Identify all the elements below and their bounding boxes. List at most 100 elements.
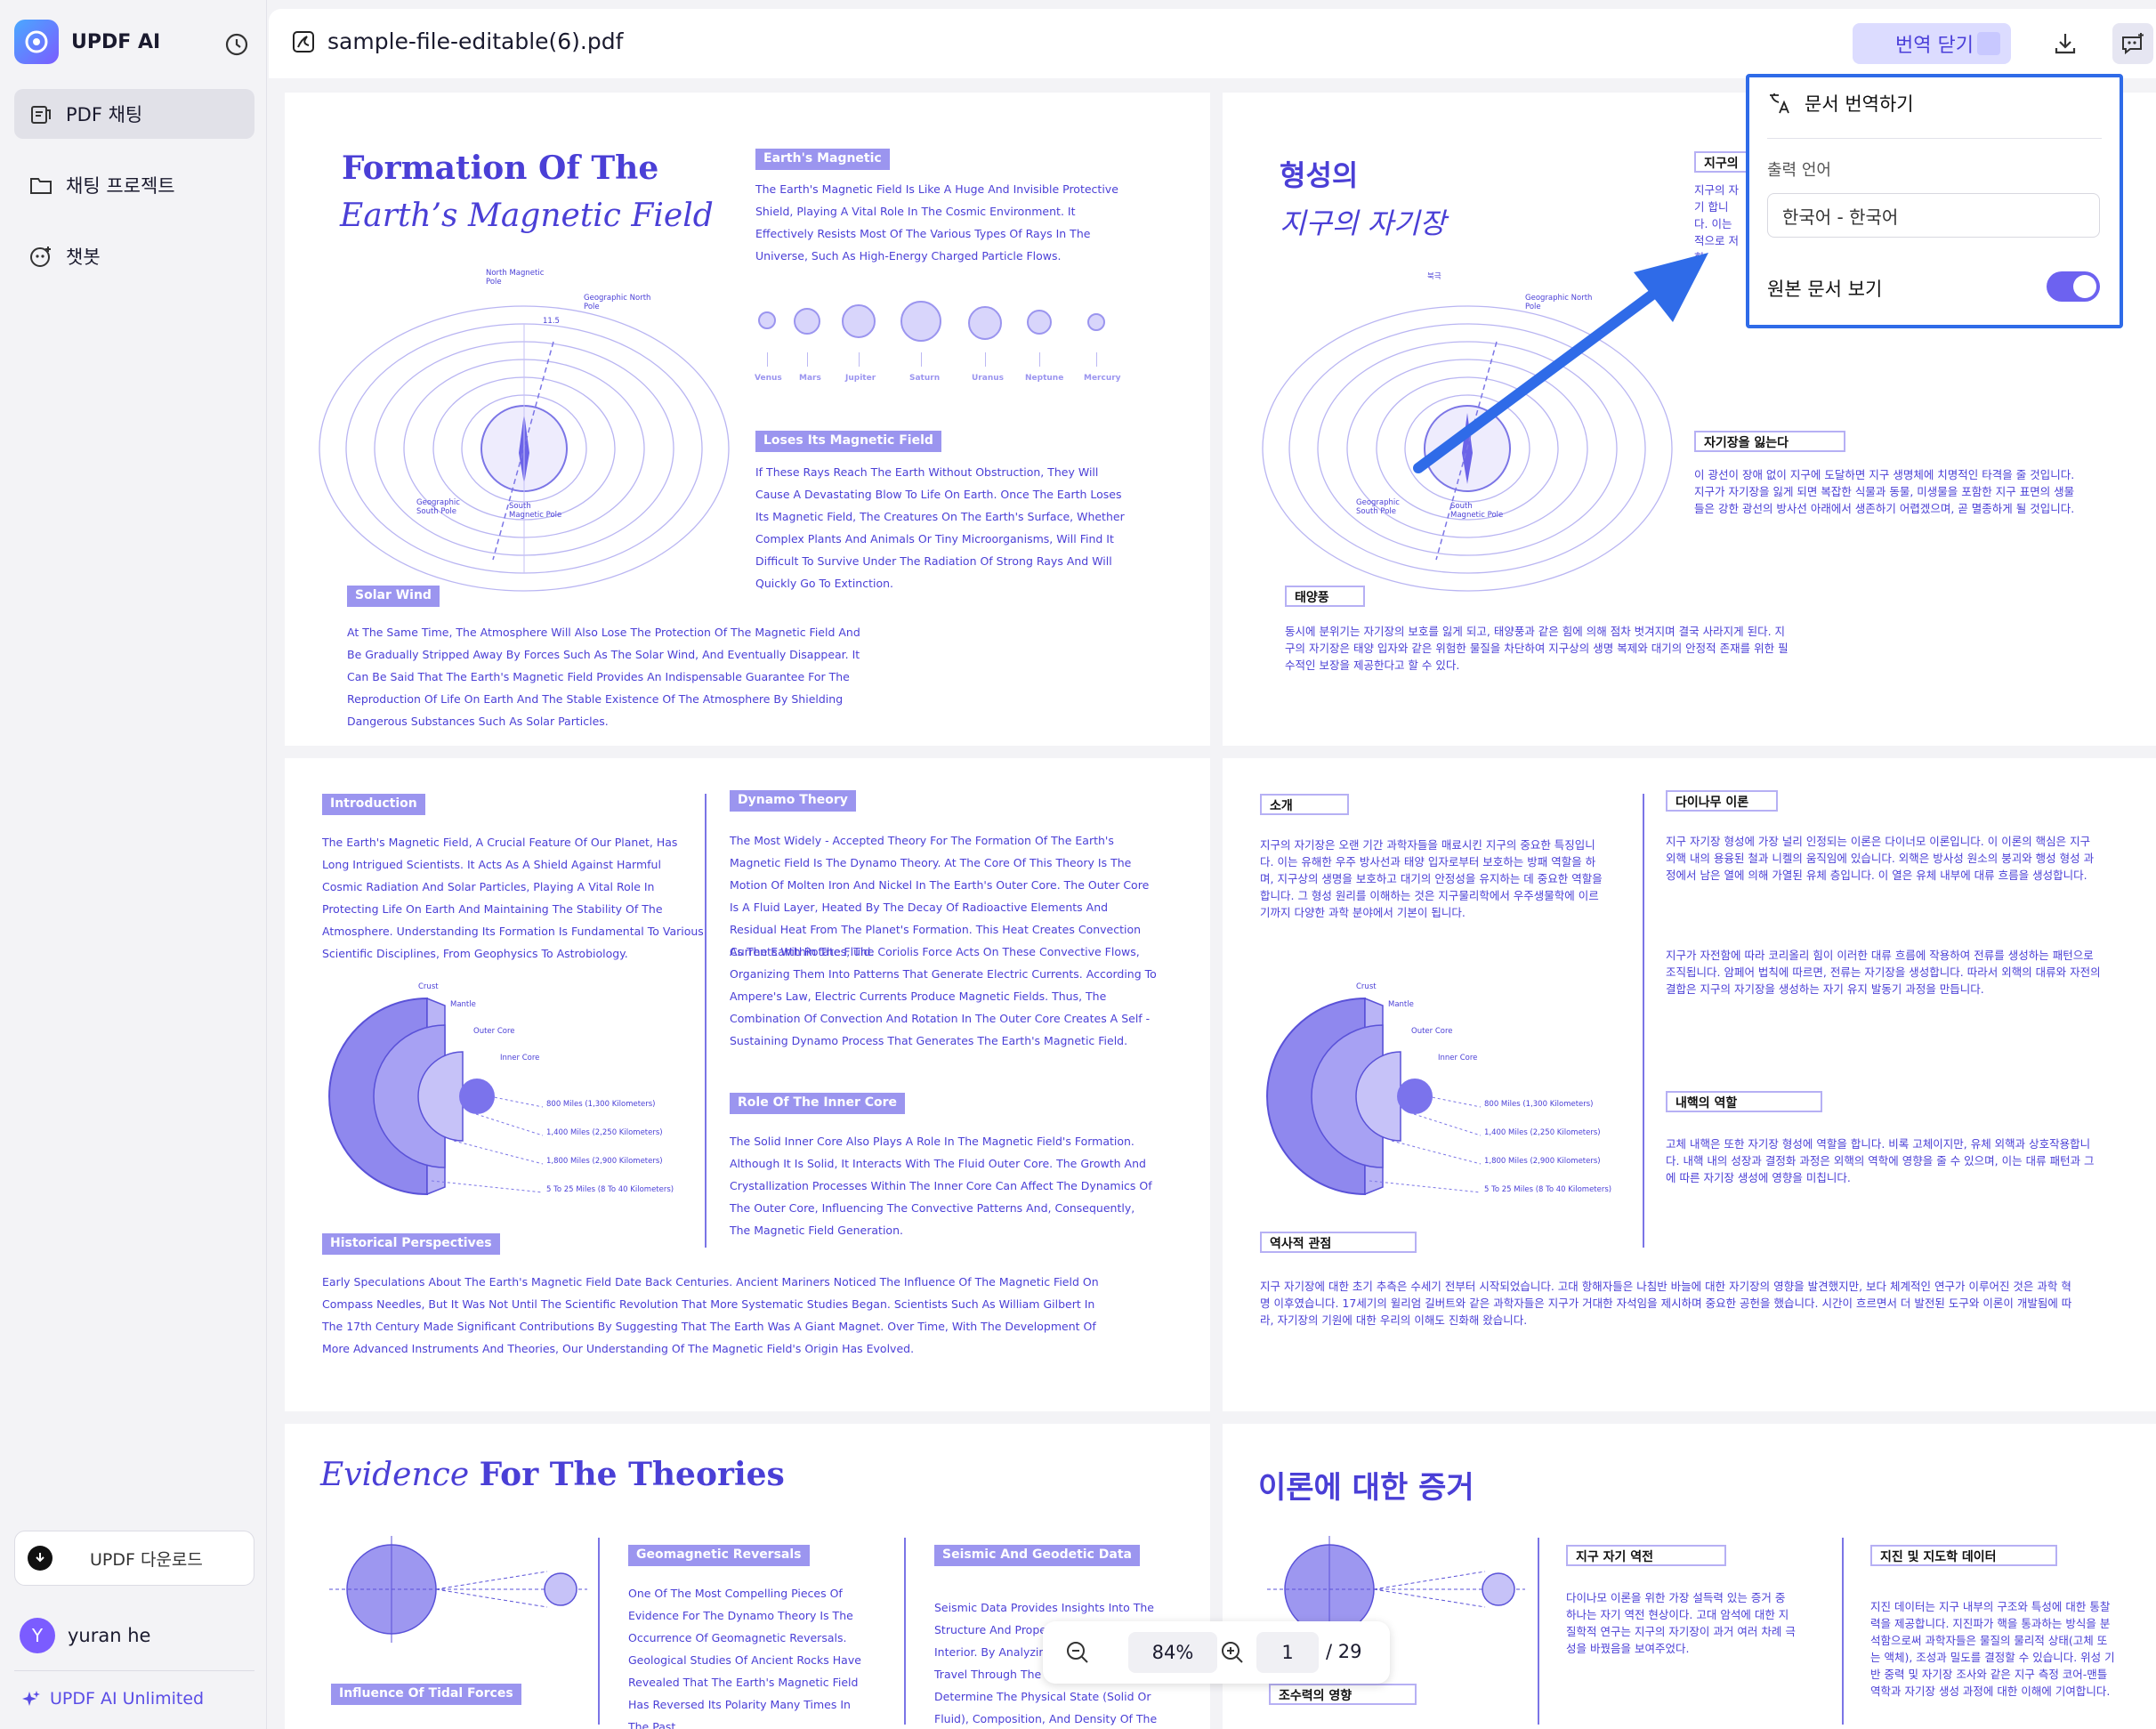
show-original-label: 원본 문서 보기 [1767,279,1883,300]
depth-label: 800 Miles (1,300 Kilometers) [546,1100,656,1109]
geographic-north-label: Geographic North Pole [584,294,651,311]
paragraph: The Solid Inner Core Also Plays A Role I… [730,1135,1152,1237]
section-tag: Earth's Magnetic [755,149,890,170]
unlimited-link[interactable]: UPDF AI Unlimited [21,1689,204,1709]
zoom-out-icon[interactable] [1064,1639,1091,1669]
section-tag: Influence Of Tidal Forces [331,1684,521,1705]
file-name: sample-file-editable(6).pdf [327,28,624,54]
column-divider [705,794,707,1248]
layer-label: Outer Core [1411,1027,1453,1036]
paragraph: 지진 데이터는 지구 내부의 구조와 특성에 대한 통찰력을 제공합니다. 지진… [1870,1600,2115,1698]
output-language-select[interactable]: 한국어 - 한국어 [1767,193,2100,238]
translate-popover: 문서 번역하기 출력 언어 한국어 - 한국어 원본 문서 보기 [1746,74,2123,328]
depth-label: 1,400 Miles (2,250 Kilometers) [546,1128,663,1137]
close-translation-button[interactable]: 번역 닫기 [1853,23,2011,64]
depth-label: 1,800 Miles (2,900 Kilometers) [546,1157,663,1166]
brand-name: UPDF AI [71,30,161,53]
column-divider [1538,1538,1539,1725]
pdf-page-translated-2: 소개 지구의 자기장은 오랜 기간 과학자들을 매료시킨 지구의 중요한 특징입… [1223,758,2156,1411]
bot-icon [30,246,51,267]
paragraph: 지구 자기장 형성에 가장 널리 인정되는 이론은 다이너모 이론입니다. 이 … [1666,835,2095,882]
translate-icon [1770,93,1789,114]
magnetic-field-diagram [319,305,730,592]
tick [859,352,860,367]
page-title-area: Evidence For The Theories [320,1456,785,1493]
zoom-toolbar: 84% 1 / 29 [1043,1621,1390,1684]
column-divider [904,1538,906,1725]
layer-label: Inner Core [1438,1054,1478,1062]
toggle-knob [2073,275,2096,298]
earth-layers-diagram [328,997,544,1196]
paragraph: 지구 자기장에 대한 초기 추측은 수세기 전부터 시작되었습니다. 고대 항해… [1260,1280,2072,1327]
paragraph: 이 광선이 장애 없이 지구에 도달하면 지구 생명체에 치명적인 타격을 줄 … [1694,468,2075,515]
planet-mercury [1087,313,1105,331]
planet-uranus [968,306,1002,340]
page-subtitle: 지구의 자기장 [1280,206,1446,240]
planet-label: Jupiter [845,374,876,383]
depth-label: 5 To 25 Miles (8 To 40 Kilometers) [1484,1185,1612,1194]
column-divider [1643,794,1644,1248]
user-name: yuran he [68,1625,151,1646]
sidebar: UPDF AI PDF 채팅 채팅 프로젝트 챗봇 UPDF 다운로드 Y yu… [0,0,267,1729]
folder-icon [30,178,52,194]
planet-label: Mars [799,374,821,383]
section-tag: Role Of The Inner Core [730,1093,906,1114]
planet-mars [794,308,820,335]
sidebar-item-chatbot[interactable]: 챗봇 [14,231,254,281]
sidebar-item-chat-projects[interactable]: 채팅 프로젝트 [14,160,254,210]
tick [1039,352,1040,367]
top-bar: sample-file-editable(6).pdf 번역 닫기 [269,9,2156,78]
planet-saturn [900,301,941,342]
section-tag: 다이나무 이론 [1666,790,1778,812]
earth-layers-diagram [1266,997,1482,1196]
pdf-file-icon [293,30,314,53]
ai-chat-icon [2122,33,2144,55]
page-title: 형성의 [1280,158,1359,192]
tick [1096,352,1097,367]
pdf-chat-icon [31,106,51,124]
paragraph: 지구가 자전함에 따라 코리올리 힘이 이러한 대류 흐름에 작용하여 전류를 … [1666,949,2101,996]
planet-neptune [1027,310,1052,335]
section-tag: 내핵의 역할 [1666,1091,1822,1112]
tick [807,352,808,367]
column-divider [598,1538,600,1725]
tick [921,352,922,367]
paragraph: 지구의 자기장은 오랜 기간 과학자들을 매료시킨 지구의 중요한 특징입니다.… [1260,838,1603,919]
pdf-page-original-1: Formation Of The Earth’s Magnetic Field … [285,93,1210,746]
tick [985,352,986,367]
file-title-area: sample-file-editable(6).pdf [292,28,623,54]
layer-label: Crust [1356,982,1377,991]
column-divider [1842,1538,1844,1725]
layer-label: Outer Core [473,1027,515,1036]
zoom-level[interactable]: 84% [1128,1632,1217,1673]
section-tag: Dynamo Theory [730,790,856,812]
angle-label: 11.5 [543,317,560,326]
user-profile[interactable]: Y yuran he [20,1618,150,1653]
south-magnetic-pole-label: South Magnetic Pole [1450,502,1504,520]
ai-chat-button[interactable] [2112,23,2153,64]
paragraph: At The Same Time, The Atmosphere Will Al… [347,626,860,728]
section-tag: 조수력의 영향 [1269,1684,1417,1705]
sidebar-item-pdf-chat[interactable]: PDF 채팅 [14,89,254,139]
zoom-in-icon[interactable] [1219,1639,1246,1669]
depth-label: 800 Miles (1,300 Kilometers) [1484,1100,1594,1109]
popover-title-label: 문서 번역하기 [1805,93,1914,115]
section-tag: Historical Perspectives [322,1233,500,1255]
layer-label: Crust [418,982,439,991]
layer-label: Mantle [1388,1000,1414,1009]
layer-label: Mantle [450,1000,476,1009]
updf-logo-icon [14,20,59,64]
show-original-toggle[interactable] [2047,271,2100,302]
page-number-input[interactable]: 1 [1256,1632,1319,1673]
paragraph: If These Rays Reach The Earth Without Ob… [755,465,1125,590]
section-tag: 소개 [1260,794,1349,815]
page-subtitle: Earth’s Magnetic Field [340,198,714,234]
page-total: / 29 [1326,1641,1362,1662]
south-magnetic-pole-label: South Magnetic Pole [509,502,562,520]
download-updf-button[interactable]: UPDF 다운로드 [14,1531,254,1586]
download-file-icon[interactable] [2050,28,2080,59]
history-icon[interactable] [222,30,251,59]
section-tag: Loses Its Magnetic Field [755,431,941,452]
brand[interactable]: UPDF AI [14,20,160,64]
paragraph: 동시에 분위기는 자기장의 보호를 잃게 되고, 태양풍과 같은 힘에 의해 점… [1285,625,1789,672]
